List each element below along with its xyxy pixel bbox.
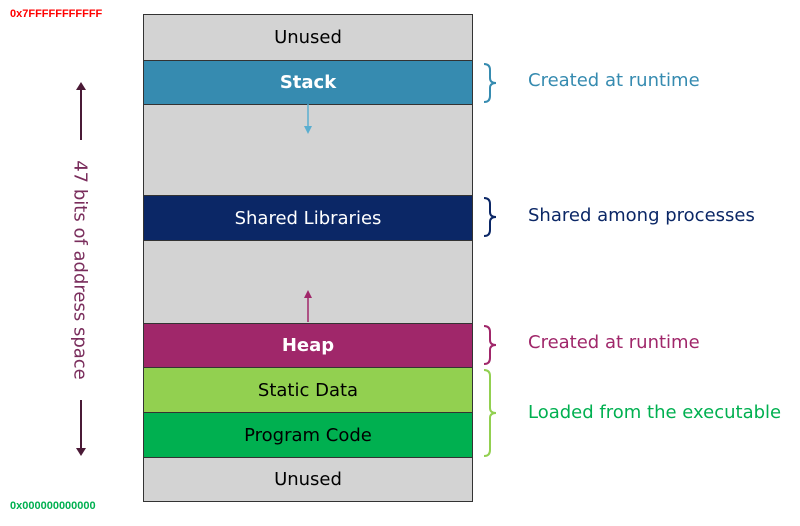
executable-brace-icon bbox=[483, 369, 497, 457]
loaded-note: Loaded from the executable bbox=[528, 402, 782, 423]
top-address: 0x7FFFFFFFFFFF bbox=[10, 8, 103, 20]
segment-program-code: Program Code bbox=[144, 413, 472, 458]
bottom-address: 0x000000000000 bbox=[10, 500, 96, 512]
heap-growth-arrow-icon bbox=[304, 290, 312, 298]
up-arrow-icon bbox=[76, 82, 86, 90]
segment-heap: Heap bbox=[144, 323, 472, 368]
down-arrow-icon bbox=[76, 448, 86, 456]
growth-arrows bbox=[304, 104, 312, 322]
address-space-label: 47 bits of address space bbox=[69, 160, 91, 380]
stack-note: Created at runtime bbox=[528, 70, 700, 91]
segment-unused-bottom: Unused bbox=[144, 458, 472, 501]
segment-stack: Stack bbox=[144, 61, 472, 105]
heap-brace-icon bbox=[483, 325, 497, 365]
shared-brace-icon bbox=[483, 197, 497, 237]
segment-unused-top: Unused bbox=[144, 15, 472, 61]
shared-note: Shared among processes bbox=[528, 205, 755, 226]
stack-brace-icon bbox=[483, 63, 497, 103]
heap-note: Created at runtime bbox=[528, 332, 700, 353]
segment-static-data: Static Data bbox=[144, 368, 472, 413]
stack-growth-arrow-icon bbox=[304, 126, 312, 134]
